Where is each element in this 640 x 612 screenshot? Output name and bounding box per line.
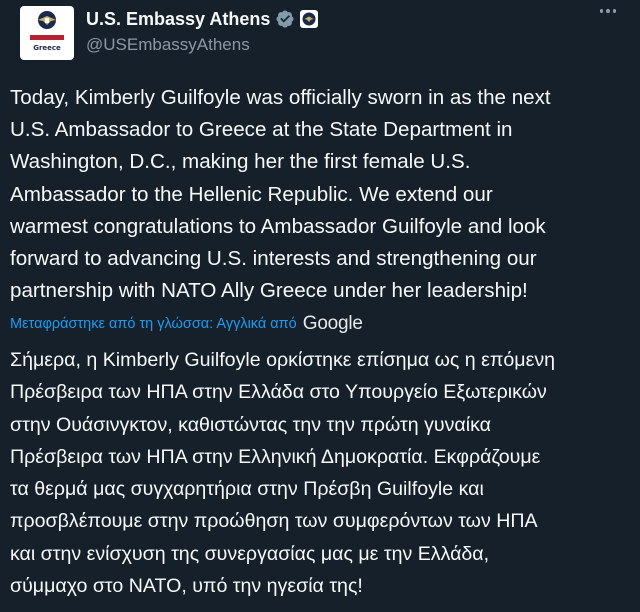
translated-text-line: τα θερμά μας συγχαρητήρια στην Πρέσβη Gu…: [10, 478, 484, 501]
google-logo: Google: [302, 313, 363, 334]
avatar-caption: Greece: [33, 44, 61, 52]
translated-text-line: και στην ενίσχυση της συνεργασίας μας με…: [10, 542, 490, 565]
tweet-header: Greece U.S. Embassy Athens @USEmbassyAth…: [10, 0, 630, 78]
tweet-text-line: partnership with NATO Ally Greece under …: [10, 279, 528, 303]
translated-text-line: Πρέσβειρα των ΗΠΑ στην Ελληνική Δημοκρατ…: [10, 445, 541, 468]
tweet-text-line: forward to advancing U.S. interests and …: [10, 247, 537, 271]
tweet-text-line: warmest congratulations to Ambassador Gu…: [10, 214, 546, 238]
translated-text-line: προσβλέπουμε στην προώθηση των συμφερόντ…: [10, 510, 538, 533]
more-options-icon[interactable]: [599, 9, 616, 13]
tweet-text-line: Today, Kimberly Guilfoyle was officially…: [10, 86, 551, 109]
account-names: U.S. Embassy Athens @USEmbassyAthens: [86, 6, 319, 55]
tweet-text-line: Washington, D.C., making her the first f…: [10, 150, 471, 174]
translation-attribution: Μεταφράστηκε από τη γλώσσα: Αγγλικά από …: [10, 313, 363, 335]
tweet-text-line: Ambassador to the Hellenic Republic. We …: [10, 182, 493, 206]
tweet-text-line: U.S. Ambassador to Greece at the State D…: [10, 118, 513, 142]
translated-text-line: στην Ουάσινγκτον, καθιστώντας την την πρ…: [10, 413, 491, 436]
tweet-text: Today, Kimberly Guilfoyle was officially…: [10, 82, 632, 307]
eagle-seal-icon: [38, 11, 56, 29]
verified-badge-icon[interactable]: [275, 9, 295, 29]
name-row: U.S. Embassy Athens: [86, 6, 319, 32]
account-handle[interactable]: @USEmbassyAthens: [86, 35, 318, 55]
avatar[interactable]: Greece: [20, 6, 74, 60]
display-name[interactable]: U.S. Embassy Athens: [86, 9, 270, 30]
translated-text-line: Πρέσβειρα των ΗΠΑ στην Ελλάδα στο Υπουργ…: [10, 381, 547, 404]
translated-text-line: Σήμερα, η Kimberly Guilfoyle ορκίστηκε ε…: [10, 349, 556, 371]
seal-glyph-icon: [302, 12, 316, 26]
translated-text: Σήμερα, η Kimberly Guilfoyle ορκίστηκε ε…: [10, 344, 632, 602]
tweet-card: Greece U.S. Embassy Athens @USEmbassyAth…: [0, 0, 640, 612]
translated-text-line: σύμμαχο στο ΝΑΤΟ, υπό την ηγεσία της!: [10, 575, 363, 598]
government-seal-icon[interactable]: [300, 10, 319, 28]
translation-toggle-link[interactable]: Μεταφράστηκε από τη γλώσσα: Αγγλικά από: [10, 316, 297, 332]
more-dot: [599, 9, 603, 13]
more-dot: [606, 9, 610, 13]
avatar-ribbon: [30, 35, 64, 40]
more-dot: [612, 9, 616, 13]
